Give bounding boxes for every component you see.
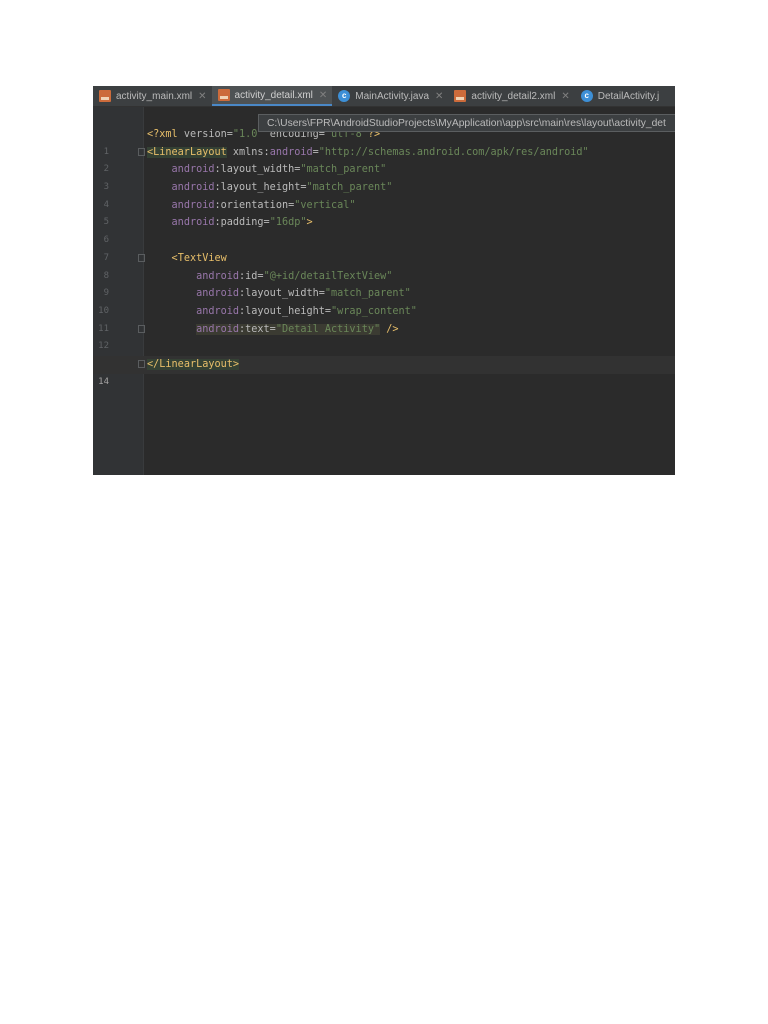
- close-tab-icon[interactable]: ✕: [435, 91, 443, 102]
- tab-activity-detail-xml[interactable]: activity_detail.xml ✕: [211, 86, 333, 106]
- java-class-icon: c: [580, 90, 593, 102]
- java-class-icon: c: [338, 90, 351, 102]
- tab-label: DetailActivity.j: [597, 90, 660, 102]
- code-text: android:text="Detail Activity" />: [196, 323, 399, 335]
- tooltip-path-text: C:\Users\FPR\AndroidStudioProjects\MyApp…: [267, 118, 666, 129]
- tab-detail-activity-java[interactable]: c DetailActivity.j: [575, 86, 665, 106]
- tab-activity-main-xml[interactable]: activity_main.xml ✕: [93, 86, 212, 106]
- xml-file-icon: [217, 89, 230, 101]
- code-line: 3 android:layout_width="match_parent": [93, 161, 675, 192]
- code-line: 11 android:layout_height="wrap_content": [93, 303, 675, 334]
- close-tab-icon[interactable]: ✕: [561, 91, 569, 102]
- code-line: 7: [93, 232, 675, 263]
- xml-file-icon: [99, 90, 111, 102]
- current-code-line: 14 </LinearLayout>: [93, 355, 675, 387]
- code-text: </LinearLayout>: [147, 358, 240, 370]
- code-text: android:layout_width="match_parent": [196, 288, 411, 300]
- code-text: android:layout_height="match_parent": [171, 182, 393, 194]
- fold-marker-icon[interactable]: [138, 147, 145, 156]
- xml-file-icon: [454, 90, 467, 102]
- code-text: <TextView: [171, 252, 227, 264]
- editor-tab-bar: activity_main.xml ✕ activity_detail.xml …: [93, 86, 675, 107]
- tab-label: MainActivity.java: [355, 90, 430, 102]
- code-line: 5 android:orientation="vertical": [93, 197, 675, 228]
- code-line: 6 android:padding="16dp">: [93, 214, 675, 245]
- line-number: 14: [98, 376, 109, 387]
- tab-activity-detail2-xml[interactable]: activity_detail2.xml ✕: [448, 86, 574, 106]
- fold-marker-icon[interactable]: [138, 324, 145, 333]
- code-text: android:layout_height="wrap_content": [196, 305, 417, 317]
- tab-label: activity_main.xml: [116, 90, 193, 102]
- code-area[interactable]: 1 <?xml version="1.0" encoding="utf-8"?>…: [93, 126, 675, 387]
- android-studio-editor-window: activity_main.xml ✕ activity_detail.xml …: [93, 86, 675, 475]
- code-text: android:id="@+id/detailTextView": [196, 270, 393, 282]
- code-line: 13: [93, 338, 675, 369]
- code-line: 9 android:id="@+id/detailTextView": [93, 268, 675, 299]
- close-tab-icon[interactable]: ✕: [198, 91, 206, 102]
- code-line: 10 android:layout_width="match_parent": [93, 285, 675, 316]
- code-text: android:padding="16dp">: [171, 217, 313, 229]
- code-text: android:layout_width="match_parent": [171, 164, 387, 176]
- code-text: android:orientation="vertical": [171, 199, 356, 211]
- fold-marker-icon[interactable]: [138, 253, 145, 262]
- code-line: 4 android:layout_height="match_parent": [93, 179, 675, 210]
- code-text: <LinearLayout xmlns:android="http://sche…: [147, 146, 589, 158]
- code-line: 8 <TextView: [93, 250, 675, 281]
- code-line: 12 android:text="Detail Activity" />: [93, 321, 675, 351]
- tab-main-activity-java[interactable]: c MainActivity.java ✕: [332, 86, 448, 106]
- tab-label: activity_detail.xml: [234, 89, 313, 101]
- fold-marker-icon[interactable]: [138, 359, 145, 368]
- close-tab-icon[interactable]: ✕: [319, 90, 327, 101]
- file-path-tooltip: C:\Users\FPR\AndroidStudioProjects\MyApp…: [258, 114, 675, 132]
- code-line: 2 <LinearLayout xmlns:android="http://sc…: [93, 144, 675, 174]
- tab-label: activity_detail2.xml: [471, 90, 556, 102]
